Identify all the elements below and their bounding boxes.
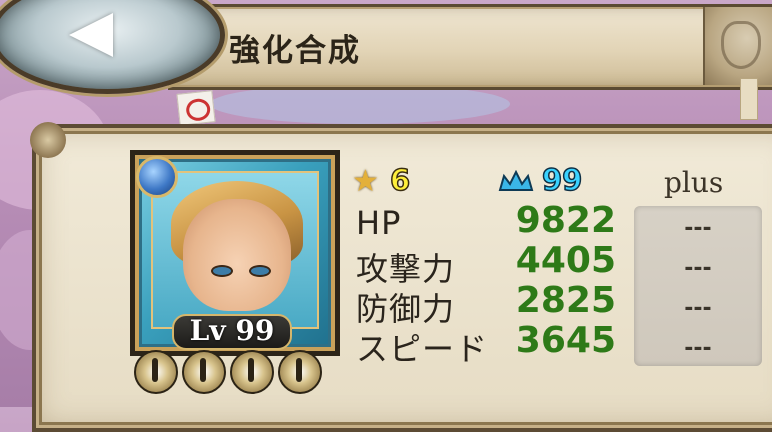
stat-value-speed: 3645 bbox=[515, 320, 616, 361]
plus-column-header: plus bbox=[664, 166, 724, 199]
sword-emblem-icon[interactable] bbox=[182, 350, 226, 394]
flag-emblem-icon bbox=[185, 97, 212, 122]
panel-corner-ornament bbox=[30, 122, 66, 158]
water-element-icon bbox=[136, 156, 178, 198]
sword-emblem-icon[interactable] bbox=[134, 350, 178, 394]
sword-emblem-icon[interactable] bbox=[278, 350, 322, 394]
character-face bbox=[183, 199, 291, 311]
level-badge: Lv 99 bbox=[172, 314, 292, 350]
plus-value-defense: --- bbox=[684, 296, 712, 321]
portrait-background bbox=[151, 171, 319, 329]
star-icon: ★ bbox=[352, 164, 379, 199]
plus-values-box: --- --- --- --- bbox=[634, 206, 762, 366]
stat-label-hp: HP bbox=[356, 204, 402, 242]
plus-value-attack: --- bbox=[684, 256, 712, 281]
title-bar: 強化合成 bbox=[168, 4, 772, 90]
plus-value-hp: --- bbox=[684, 216, 712, 241]
character-eye bbox=[249, 265, 271, 277]
stat-value-defense: 2825 bbox=[515, 280, 616, 321]
limit-value: 99 bbox=[541, 162, 583, 198]
banner-flag-icon bbox=[176, 90, 216, 126]
character-eye bbox=[211, 265, 233, 277]
stat-value-attack: 4405 bbox=[515, 240, 616, 281]
blossom-bg bbox=[210, 84, 510, 124]
page-title: 強化合成 bbox=[229, 33, 361, 69]
crown-icon bbox=[498, 170, 534, 191]
stat-value-hp: 9822 bbox=[515, 200, 616, 241]
back-arrow-icon bbox=[69, 13, 113, 57]
flag-pole bbox=[740, 78, 758, 120]
skill-icons bbox=[134, 350, 334, 394]
rarity-value: 6 bbox=[389, 162, 411, 198]
stat-label-speed: スピード bbox=[356, 330, 489, 368]
plus-value-speed: --- bbox=[684, 336, 712, 361]
ornament-icon bbox=[703, 7, 772, 85]
sword-emblem-icon[interactable] bbox=[230, 350, 274, 394]
